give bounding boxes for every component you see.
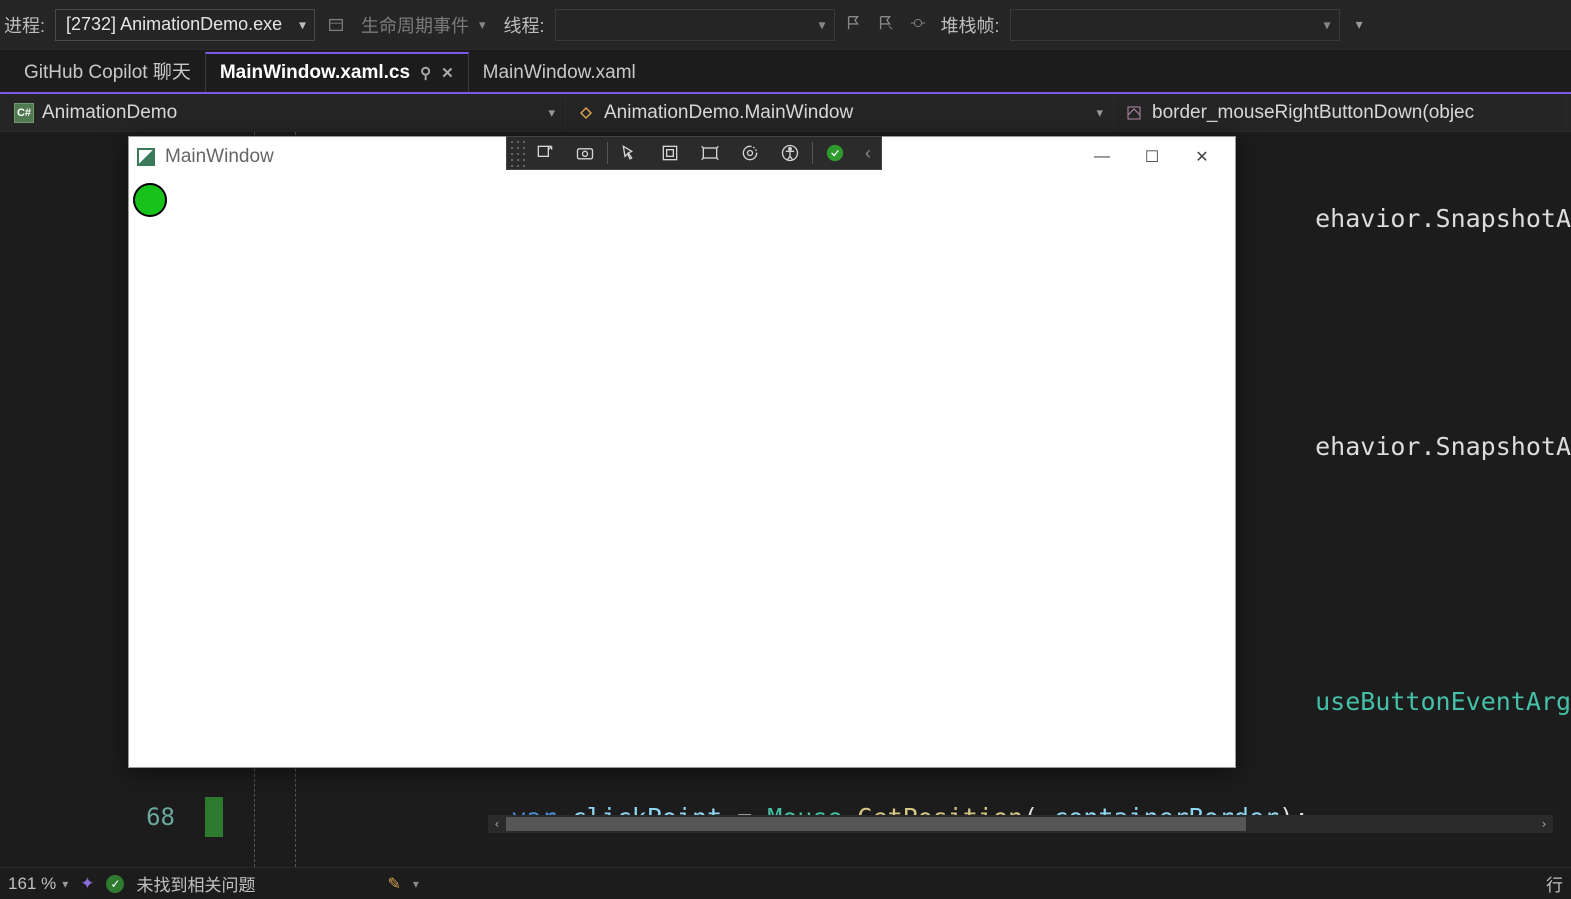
stackframe-label: 堆栈帧: — [941, 12, 1000, 38]
lifecycle-icon — [325, 14, 347, 36]
link-icon[interactable] — [909, 14, 931, 36]
scroll-left-button[interactable]: ‹ — [488, 815, 506, 833]
debug-toolbar: 进程: [2732] AnimationDemo.exe ▾ 生命周期事件 ▾ … — [0, 0, 1571, 50]
toolbar-grip[interactable] — [507, 137, 525, 169]
scroll-thumb[interactable] — [506, 817, 1246, 831]
green-ball[interactable] — [133, 183, 167, 217]
thread-label: 线程: — [504, 12, 545, 38]
process-select[interactable]: [2732] AnimationDemo.exe ▾ — [55, 9, 315, 41]
collapse-toolbar-icon[interactable]: ‹ — [855, 137, 881, 169]
process-label: 进程: — [4, 12, 45, 38]
csharp-icon: C# — [14, 103, 34, 123]
tab-github-copilot[interactable]: GitHub Copilot 聊天 — [10, 49, 205, 92]
layout-adorners-icon[interactable] — [650, 137, 690, 169]
chevron-down-icon: ▾ — [1324, 16, 1331, 33]
app-icon — [137, 148, 155, 166]
ok-check-icon: ✓ — [106, 875, 124, 893]
lifecycle-label[interactable]: 生命周期事件 — [361, 12, 469, 38]
flag-toggle-icon[interactable] — [877, 14, 899, 36]
horizontal-scrollbar[interactable]: ‹ › — [488, 815, 1553, 833]
chevron-down-icon[interactable]: ▾ — [479, 17, 486, 33]
pin-icon[interactable]: ⚲ — [420, 64, 431, 82]
change-marker — [205, 797, 223, 837]
health-indicator-icon[interactable]: ✦ — [80, 874, 94, 894]
chevron-down-icon: ▾ — [299, 16, 306, 33]
accessibility-icon[interactable] — [770, 137, 810, 169]
go-to-live-tree-icon[interactable] — [525, 137, 565, 169]
tab-label: GitHub Copilot 聊天 — [24, 57, 191, 84]
tab-label: MainWindow.xaml.cs — [220, 62, 410, 84]
document-tab-bar: GitHub Copilot 聊天 MainWindow.xaml.cs ⚲ ✕… — [0, 50, 1571, 94]
maximize-button[interactable]: ☐ — [1127, 137, 1177, 177]
minimize-button[interactable]: — — [1077, 137, 1127, 177]
hot-reload-icon[interactable] — [730, 137, 770, 169]
track-focus-icon[interactable] — [690, 137, 730, 169]
tab-label: MainWindow.xaml — [483, 62, 636, 84]
no-issues-text[interactable]: 未找到相关问题 — [136, 871, 255, 896]
select-element-icon[interactable] — [610, 137, 650, 169]
nav-project-label: AnimationDemo — [42, 102, 177, 124]
tab-mainwindow-cs[interactable]: MainWindow.xaml.cs ⚲ ✕ — [205, 52, 469, 92]
scroll-right-button[interactable]: › — [1535, 815, 1553, 833]
screenshot-icon[interactable] — [565, 137, 605, 169]
cleanup-icon[interactable]: ✎ — [387, 874, 400, 894]
overflow-icon[interactable]: ▾ — [1356, 16, 1363, 33]
process-value: [2732] AnimationDemo.exe — [66, 14, 282, 35]
stackframe-select[interactable]: ▾ — [1010, 9, 1340, 41]
zoom-value: 161 % — [8, 874, 56, 894]
thread-select[interactable]: ▾ — [555, 9, 835, 41]
running-app-window[interactable]: MainWindow — ☐ ✕ — [128, 136, 1236, 768]
chevron-down-icon: ▾ — [62, 877, 68, 891]
close-icon[interactable]: ✕ — [441, 64, 454, 82]
flag-icon[interactable] — [845, 14, 867, 36]
line-number: 68 — [0, 803, 205, 831]
chevron-down-icon[interactable]: ▾ — [413, 877, 419, 891]
tab-mainwindow-xaml[interactable]: MainWindow.xaml — [469, 54, 650, 92]
zoom-control[interactable]: 161 % ▾ — [8, 874, 68, 894]
diagnostics-ok-icon[interactable] — [815, 137, 855, 169]
close-button[interactable]: ✕ — [1177, 137, 1227, 177]
line-col-label[interactable]: 行 — [1546, 871, 1563, 896]
app-title: MainWindow — [165, 146, 274, 168]
chevron-down-icon: ▾ — [819, 16, 826, 33]
editor-status-bar: 161 % ▾ ✦ ✓ 未找到相关问题 ✎ ▾ 行 — [0, 867, 1571, 899]
app-canvas[interactable] — [129, 177, 1235, 767]
xaml-diagnostics-toolbar[interactable]: ‹ — [506, 136, 882, 170]
